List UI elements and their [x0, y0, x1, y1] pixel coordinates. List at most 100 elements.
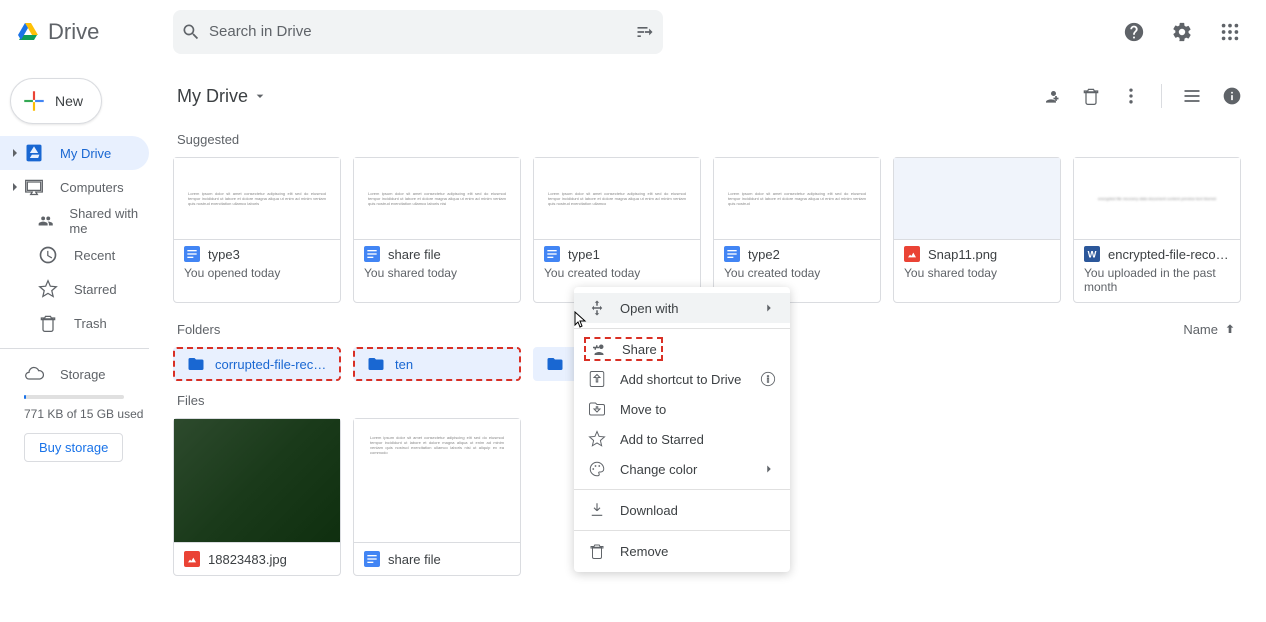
new-button[interactable]: New: [10, 78, 102, 124]
header: Drive: [0, 0, 1266, 64]
docs-icon: [544, 246, 560, 262]
context-menu: Open with Share Add shortcut to Drive Mo…: [574, 287, 790, 572]
doc-thumb: Lorem ipsum dolor sit amet consectetur a…: [354, 419, 520, 471]
image-thumb: [894, 158, 1060, 240]
download-icon: [588, 501, 606, 519]
trash-icon: [588, 542, 606, 560]
docs-icon: [724, 246, 740, 262]
drive-logo-icon: [16, 20, 40, 44]
suggested-label: Suggested: [177, 132, 1250, 147]
person-add-icon: [590, 340, 608, 358]
buy-storage-button[interactable]: Buy storage: [24, 433, 123, 462]
info-icon: [760, 371, 776, 387]
folders-label: Folders: [177, 322, 220, 337]
more-button[interactable]: [1113, 78, 1149, 114]
palette-icon: [588, 460, 606, 478]
suggested-card[interactable]: Lorem ipsum dolor sit amet consectetur a…: [713, 157, 881, 303]
search-options-icon[interactable]: [635, 22, 655, 42]
suggested-card[interactable]: encrypted file recovery data document co…: [1073, 157, 1241, 303]
image-icon: [184, 551, 200, 567]
menu-add-shortcut[interactable]: Add shortcut to Drive: [574, 364, 790, 394]
suggested-card[interactable]: Lorem ipsum dolor sit amet consectetur a…: [533, 157, 701, 303]
details-button[interactable]: [1214, 78, 1250, 114]
clock-icon: [38, 245, 58, 265]
settings-button[interactable]: [1162, 12, 1202, 52]
search-input[interactable]: [201, 23, 635, 40]
search-icon: [181, 22, 201, 42]
sidebar-item-storage[interactable]: Storage: [0, 357, 149, 391]
menu-change-color[interactable]: Change color: [574, 454, 790, 484]
docs-icon: [364, 551, 380, 567]
suggested-card[interactable]: Lorem ipsum dolor sit amet consectetur a…: [173, 157, 341, 303]
doc-thumb: Lorem ipsum dolor sit amet consectetur a…: [174, 183, 340, 214]
doc-thumb: Lorem ipsum dolor sit amet consectetur a…: [534, 183, 700, 214]
sort-button[interactable]: Name: [1183, 321, 1238, 337]
star-icon: [38, 279, 58, 299]
folder-icon: [546, 355, 564, 373]
menu-remove[interactable]: Remove: [574, 536, 790, 566]
apps-button[interactable]: [1210, 12, 1250, 52]
image-preview: [174, 419, 340, 542]
folder-icon: [187, 355, 205, 373]
list-view-button[interactable]: [1174, 78, 1210, 114]
drive-icon: [24, 143, 44, 163]
breadcrumb: My Drive: [165, 72, 1250, 120]
help-button[interactable]: [1114, 12, 1154, 52]
suggested-card[interactable]: Snap11.pngYou shared today: [893, 157, 1061, 303]
open-with-icon: [588, 299, 606, 317]
chevron-right-icon: [762, 301, 776, 315]
menu-add-starred[interactable]: Add to Starred: [574, 424, 790, 454]
move-icon: [588, 400, 606, 418]
toolbar: [1033, 78, 1250, 114]
sidebar: New My Drive Computers Shared with me Re…: [0, 64, 165, 576]
chevron-right-icon: [10, 148, 20, 158]
sidebar-item-recent[interactable]: Recent: [0, 238, 149, 272]
menu-share[interactable]: Share: [574, 334, 790, 364]
chevron-right-icon: [10, 182, 20, 192]
suggested-row: Lorem ipsum dolor sit amet consectetur a…: [165, 157, 1250, 303]
breadcrumb-title[interactable]: My Drive: [177, 86, 268, 107]
menu-download[interactable]: Download: [574, 495, 790, 525]
storage-section: Storage 771 KB of 15 GB used Buy storage: [0, 348, 149, 462]
app-name: Drive: [48, 19, 99, 45]
delete-button[interactable]: [1073, 78, 1109, 114]
search-bar[interactable]: [173, 10, 663, 54]
plus-icon: [21, 87, 47, 115]
folder-card[interactable]: corrupted-file-recovery: [173, 347, 341, 381]
docs-icon: [364, 246, 380, 262]
chevron-right-icon: [762, 462, 776, 476]
shortcut-icon: [588, 370, 606, 388]
sidebar-item-trash[interactable]: Trash: [0, 306, 149, 340]
folder-card[interactable]: ten: [353, 347, 521, 381]
docs-icon: [184, 246, 200, 262]
storage-bar: [24, 395, 124, 399]
svg-text:W: W: [1088, 249, 1097, 259]
computers-icon: [24, 177, 44, 197]
new-label: New: [55, 93, 83, 109]
doc-thumb: Lorem ipsum dolor sit amet consectetur a…: [714, 183, 880, 214]
star-icon: [588, 430, 606, 448]
file-card[interactable]: 18823483.jpg: [173, 418, 341, 576]
logo-area[interactable]: Drive: [8, 19, 173, 45]
suggested-card[interactable]: Lorem ipsum dolor sit amet consectetur a…: [353, 157, 521, 303]
people-icon: [38, 211, 53, 231]
sidebar-item-starred[interactable]: Starred: [0, 272, 149, 306]
folder-icon: [367, 355, 385, 373]
sidebar-item-shared[interactable]: Shared with me: [0, 204, 149, 238]
storage-used-text: 771 KB of 15 GB used: [24, 407, 149, 421]
file-card[interactable]: Lorem ipsum dolor sit amet consectetur a…: [353, 418, 521, 576]
trash-icon: [38, 313, 58, 333]
word-icon: W: [1084, 246, 1100, 262]
doc-thumb: encrypted file recovery data document co…: [1084, 188, 1230, 209]
sidebar-item-my-drive[interactable]: My Drive: [0, 136, 149, 170]
chevron-down-icon: [252, 88, 268, 104]
cloud-icon: [24, 364, 44, 384]
menu-open-with[interactable]: Open with: [574, 293, 790, 323]
arrow-up-icon: [1222, 321, 1238, 337]
header-actions: [1114, 12, 1258, 52]
sidebar-item-computers[interactable]: Computers: [0, 170, 149, 204]
share-button[interactable]: [1033, 78, 1069, 114]
image-icon: [904, 246, 920, 262]
menu-move-to[interactable]: Move to: [574, 394, 790, 424]
doc-thumb: Lorem ipsum dolor sit amet consectetur a…: [354, 183, 520, 214]
